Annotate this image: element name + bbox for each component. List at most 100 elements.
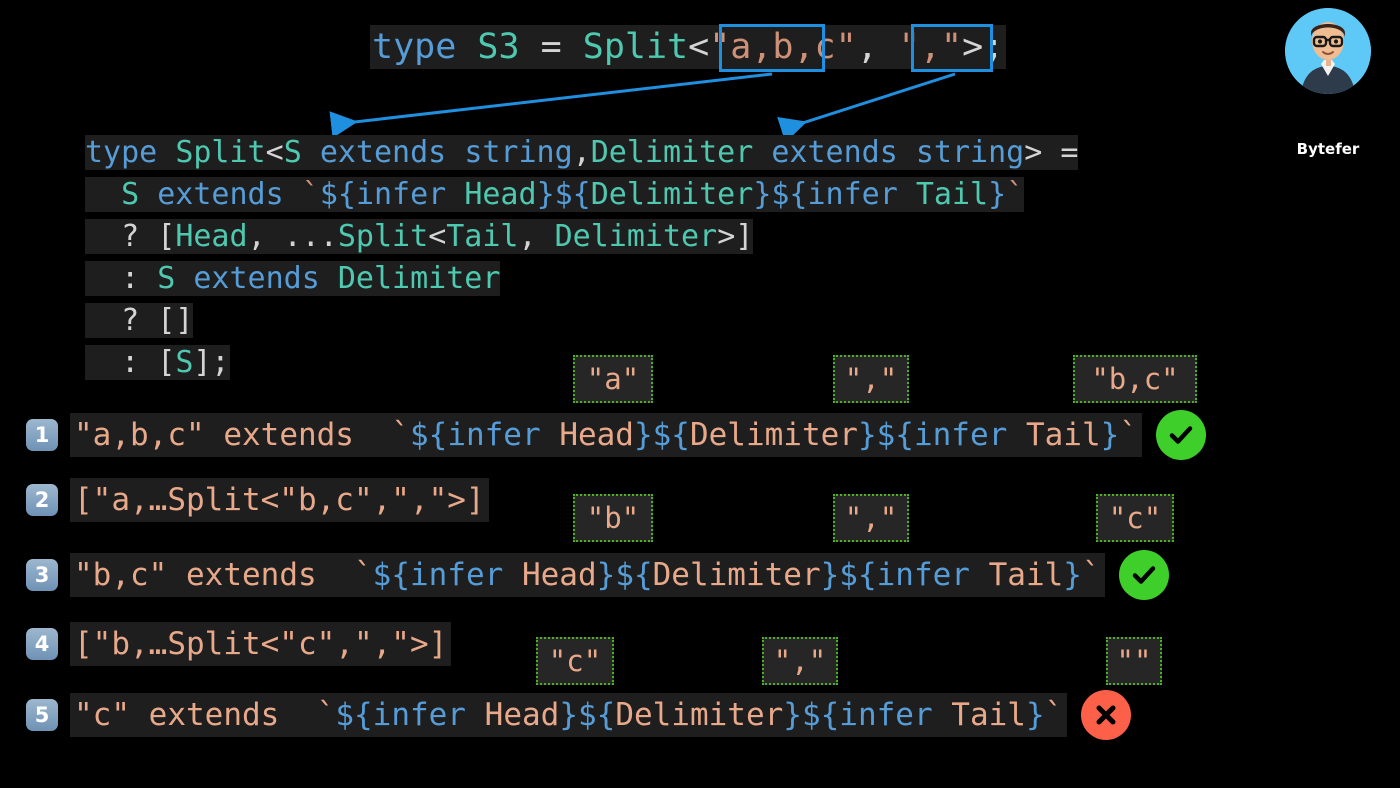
inferred-chip-head-1: "a": [573, 355, 653, 403]
step-3-token-17: }: [1063, 557, 1082, 593]
split-def-line-2-token-11: Delimiter: [590, 177, 754, 212]
step-code-2: ["a,…Split<"b,c",",">]: [70, 478, 489, 522]
inferred-chip-head-2: "b": [573, 494, 653, 542]
split-def-line-4-token-1: S: [157, 261, 176, 296]
split-def-line-2-token-3: extends: [157, 177, 284, 212]
split-def-line-1-token-7: [446, 135, 464, 170]
split-def-line-1-token-5: [302, 135, 320, 170]
step-5-token-7: [466, 697, 485, 733]
split-def-line-2-token-0: [85, 177, 121, 212]
header-code-token-0: type: [372, 27, 457, 67]
split-def-line-2-token-9: Head: [464, 177, 537, 212]
step-5-token-3: [279, 697, 316, 733]
split-def-line-2-token-5: `: [301, 177, 320, 212]
split-def-line-1-token-15: > =: [1024, 135, 1079, 170]
step-badge-4: 4: [26, 628, 58, 660]
step-1-token-5: ${: [409, 417, 448, 453]
header-code-token-8: ",": [898, 27, 963, 67]
header-code-token-6: "a,b,c": [709, 27, 857, 67]
step-1-token-0: "a,b,c": [74, 417, 205, 453]
split-def-line-3-token-2: , ...: [247, 219, 338, 254]
step-3-token-7: [503, 557, 522, 593]
step-3-token-13: ${: [839, 557, 877, 593]
header-code-token-9: >;: [962, 27, 1005, 67]
step-1-token-7: [541, 417, 560, 453]
step-code-5: "c" extends `${infer Head}${Delimiter}${…: [70, 693, 1068, 737]
step-3-token-8: Head: [521, 557, 597, 593]
split-def-line-4-token-2: [175, 261, 193, 296]
split-def-line-1-token-0: type: [85, 135, 158, 170]
split-def-line-1-token-13: [898, 135, 916, 170]
step-3-token-10: ${: [615, 557, 653, 593]
step-1-token-14: infer: [913, 417, 1008, 453]
split-def-line-2-token-16: }: [988, 177, 1007, 212]
watermark: Bytefer: [1264, 8, 1392, 158]
split-def-line-4-token-4: [320, 261, 338, 296]
split-def-line-6-token-2: ];: [193, 345, 230, 380]
step-1-token-6: infer: [447, 417, 541, 453]
step-code-3: "b,c" extends `${infer Head}${Delimiter}…: [70, 553, 1105, 597]
header-code-token-4: Split: [582, 27, 689, 67]
step-1-token-3: [354, 417, 391, 453]
check-icon: [1118, 550, 1169, 600]
step-code-4: ["b,…Split<"c",",">]: [70, 622, 452, 666]
step-5-token-17: }: [1025, 697, 1045, 733]
header-code-line: type S3 = Split<"a,b,c", ",">;: [370, 25, 1007, 69]
step-row-3: 3 "b,c" extends `${infer Head}${Delimiter…: [26, 550, 1169, 600]
step-1-token-17: }: [1100, 417, 1120, 453]
arrow-to-delimiter-param: [777, 72, 956, 143]
step-3-token-12: }: [820, 557, 840, 593]
split-def-line-1-token-12: extends: [771, 135, 898, 170]
step-1-token-13: ${: [876, 417, 914, 453]
inferred-chip-delimiter-1: ",": [833, 355, 909, 403]
split-def-line-3-token-7: Delimiter: [554, 219, 718, 254]
step-3-token-1: [167, 557, 186, 593]
step-3-token-4: `: [353, 557, 373, 593]
step-1-token-8: Head: [559, 417, 634, 453]
split-def-line-3-token-8: >]: [717, 219, 754, 254]
split-def-line-1-token-10: Delimiter: [590, 135, 754, 170]
split-def-line-1: type Split<S extends string,Delimiter ex…: [85, 132, 1079, 174]
split-def-line-3-token-3: Split: [337, 219, 429, 254]
step-5-token-18: `: [1044, 697, 1064, 733]
step-1-token-16: Tail: [1025, 417, 1101, 453]
split-def-line-2-token-8: [446, 177, 464, 212]
step-3-token-15: [970, 557, 989, 593]
header-code-token-3: =: [519, 27, 583, 67]
split-def-line-5: ? []: [85, 300, 1078, 342]
step-row-2: 2 ["a,…Split<"b,c",",">]: [26, 478, 489, 522]
step-code-1: "a,b,c" extends `${infer Head}${Delimite…: [70, 413, 1142, 457]
split-def-line-2-token-10: }${: [536, 177, 591, 212]
header-code-token-2: S3: [477, 27, 520, 67]
step-5-token-11: Delimiter: [615, 697, 784, 733]
step-5-token-0: "c": [74, 697, 130, 733]
step-3-token-6: infer: [409, 557, 504, 593]
split-def-line-2-token-12: }${: [753, 177, 808, 212]
step-1-token-12: }: [857, 417, 877, 453]
step-5-token-1: [130, 697, 149, 733]
step-1-token-18: `: [1119, 417, 1138, 453]
split-def-line-3-token-5: Tail: [446, 219, 519, 254]
step-3-token-11: Delimiter: [652, 557, 821, 593]
split-def-line-1-token-6: extends: [319, 135, 447, 170]
step-5-token-15: [933, 697, 952, 733]
step-badge-1: 1: [26, 419, 58, 451]
step-row-4: 4 ["b,…Split<"c",",">]: [26, 622, 452, 666]
step-3-token-5: ${: [372, 557, 410, 593]
step-5-token-9: }: [559, 697, 578, 733]
step-3-token-14: infer: [876, 557, 970, 593]
check-icon: [1155, 410, 1206, 460]
step-3-token-3: [317, 557, 354, 593]
split-def-line-1-token-8: string: [464, 135, 573, 170]
step-row-5: 5 "c" extends `${infer Head}${Delimiter}$…: [26, 690, 1132, 740]
avatar: [1285, 8, 1371, 94]
split-def-line-1-token-4: S: [283, 135, 302, 170]
step-3-token-0: "b,c": [74, 557, 168, 593]
step-5-token-4: `: [316, 697, 336, 733]
header-code-token-5: <: [688, 27, 710, 67]
step-1-token-15: [1007, 417, 1026, 453]
cross-icon: [1081, 690, 1132, 740]
split-def-line-3: ? [Head, ...Split<Tail, Delimiter>]: [85, 216, 1078, 258]
step-3-token-2: extends: [186, 557, 317, 593]
split-def-line-1-token-9: ,: [572, 135, 591, 170]
